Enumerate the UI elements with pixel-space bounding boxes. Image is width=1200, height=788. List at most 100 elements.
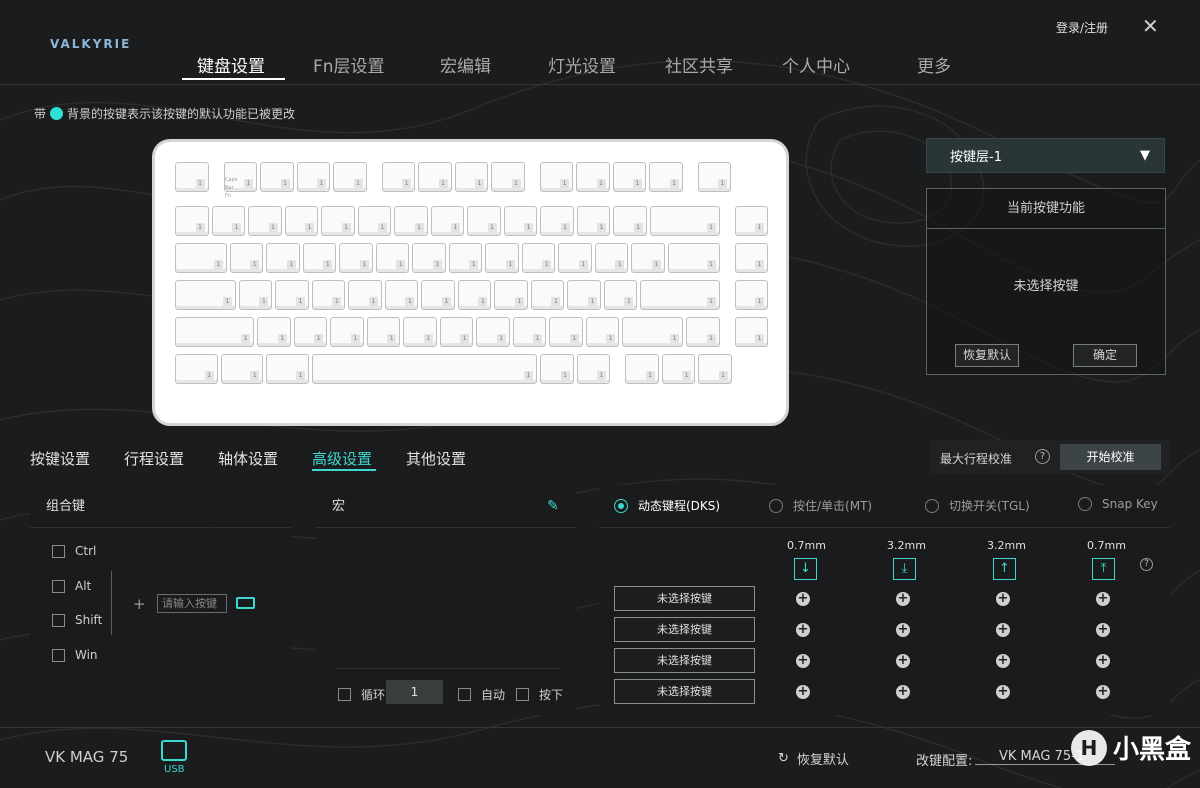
- dks-add-action-icon[interactable]: +: [1096, 592, 1110, 606]
- keyboard-key[interactable]: 1: [530, 280, 565, 310]
- dks-add-action-icon[interactable]: +: [996, 592, 1010, 606]
- keyboard-key[interactable]: 1: [311, 280, 346, 310]
- keyboard-key[interactable]: 1: [649, 206, 720, 236]
- keyboard-key[interactable]: 1: [698, 354, 732, 384]
- keyboard-key[interactable]: 1: [631, 243, 665, 273]
- keyboard-key[interactable]: 1: [576, 162, 610, 192]
- keyboard-key[interactable]: 1: [467, 206, 501, 236]
- dks-help-icon[interactable]: ?: [1140, 558, 1153, 571]
- key-input[interactable]: 请输入按键: [157, 594, 227, 613]
- keyboard-key[interactable]: 1: [622, 317, 683, 347]
- nav-profile[interactable]: 个人中心: [782, 52, 850, 77]
- radio-mt[interactable]: 按住/单击(MT): [769, 497, 872, 514]
- keyboard-key[interactable]: 1: [734, 206, 768, 236]
- keyboard-key[interactable]: 1: [512, 317, 547, 347]
- start-calibration-button[interactable]: 开始校准: [1060, 444, 1161, 470]
- keyboard-key[interactable]: 1: [661, 354, 695, 384]
- keyboard-key[interactable]: 1: [238, 280, 273, 310]
- keyboard-key[interactable]: 1: [248, 206, 282, 236]
- keyboard-key[interactable]: 1: [494, 280, 528, 310]
- dks-add-action-icon[interactable]: +: [796, 654, 810, 668]
- nav-more[interactable]: 更多: [917, 52, 951, 77]
- tab-key-settings[interactable]: 按键设置: [30, 448, 90, 469]
- keyboard-key[interactable]: 1: [734, 280, 768, 310]
- dks-add-action-icon[interactable]: +: [896, 685, 910, 699]
- keyboard-key[interactable]: 1: [381, 162, 415, 192]
- keyboard-key[interactable]: 1: [558, 243, 592, 273]
- keyboard-key[interactable]: 1: [394, 206, 428, 236]
- keyboard-key[interactable]: 1: [339, 243, 373, 273]
- keyboard-key[interactable]: 1: [567, 280, 601, 310]
- checkbox-ctrl[interactable]: Ctrl: [52, 544, 96, 558]
- keyboard-key[interactable]: 1: [576, 354, 610, 384]
- keyboard-key[interactable]: 1: [321, 206, 355, 236]
- radio-snap-key[interactable]: Snap Key: [1078, 497, 1158, 511]
- checkbox-press[interactable]: 按下: [516, 686, 563, 703]
- tab-switch-settings[interactable]: 轴体设置: [218, 448, 278, 469]
- keyboard-key[interactable]: 1: [697, 162, 731, 192]
- keyboard-key[interactable]: 1: [229, 243, 264, 273]
- tab-other-settings[interactable]: 其他设置: [406, 448, 466, 469]
- keyboard-key[interactable]: 1: [439, 317, 474, 347]
- keyboard-key[interactable]: 1: [640, 280, 720, 310]
- keyboard-key[interactable]: 1: [175, 354, 218, 384]
- keyboard-key[interactable]: 1: [311, 354, 537, 384]
- keyboard-key[interactable]: 1: [220, 354, 264, 384]
- dks-add-action-icon[interactable]: +: [996, 623, 1010, 637]
- keyboard-key[interactable]: 1: [302, 243, 337, 273]
- keyboard-key[interactable]: 1: [175, 280, 236, 310]
- keyboard-key[interactable]: 1: [612, 162, 646, 192]
- keyboard-key[interactable]: 1: [540, 354, 574, 384]
- help-icon[interactable]: ?: [1035, 449, 1050, 464]
- restore-default-button[interactable]: 恢复默认: [955, 344, 1019, 367]
- keyboard-key[interactable]: 1: [333, 162, 367, 192]
- keyboard-key[interactable]: 1: [734, 317, 768, 347]
- keyboard-key[interactable]: 1: [266, 243, 300, 273]
- keyboard-key[interactable]: 1: [476, 317, 510, 347]
- nav-keyboard-settings[interactable]: 键盘设置: [197, 52, 265, 77]
- keyboard-key[interactable]: 1: [412, 243, 446, 273]
- dks-add-action-icon[interactable]: +: [1096, 654, 1110, 668]
- login-register-link[interactable]: 登录/注册: [1056, 19, 1108, 36]
- keyboard-key[interactable]: 1: [266, 354, 309, 384]
- keyboard-key[interactable]: 1: [175, 243, 227, 273]
- keyboard-key[interactable]: 1: [175, 206, 209, 236]
- keyboard-key[interactable]: 1: [734, 243, 768, 273]
- tab-travel-settings[interactable]: 行程设置: [124, 448, 184, 469]
- keyboard-key[interactable]: 1: [421, 280, 455, 310]
- dks-key-slot-3[interactable]: 未选择按键: [614, 648, 755, 673]
- keyboard-key[interactable]: 1: [330, 317, 364, 347]
- keyboard-key[interactable]: 1: [540, 206, 574, 236]
- footer-restore-default[interactable]: ↻ 恢复默认: [778, 749, 849, 768]
- dks-key-slot-2[interactable]: 未选择按键: [614, 617, 755, 642]
- keyboard-key[interactable]: 1: [403, 317, 437, 347]
- loop-count-stepper[interactable]: 1: [386, 680, 443, 704]
- keyboard-key[interactable]: 1: [175, 162, 209, 192]
- keyboard-key[interactable]: 1: [491, 162, 525, 192]
- keyboard-key[interactable]: 1: [284, 206, 318, 236]
- keyboard-key[interactable]: 1: [211, 206, 245, 236]
- keyboard-key[interactable]: 1: [485, 243, 519, 273]
- nav-community[interactable]: 社区共享: [665, 52, 733, 77]
- keyboard-key[interactable]: 1: [357, 206, 391, 236]
- keyboard-key[interactable]: 1: [503, 206, 537, 236]
- keyboard-key[interactable]: 1: [521, 243, 556, 273]
- keyboard-key[interactable]: 1: [625, 354, 659, 384]
- keyboard-key[interactable]: 1: [667, 243, 720, 273]
- dks-add-action-icon[interactable]: +: [896, 654, 910, 668]
- keyboard-key[interactable]: 1: [603, 280, 638, 310]
- keyboard-key[interactable]: 1: [594, 243, 629, 273]
- dks-add-action-icon[interactable]: +: [896, 623, 910, 637]
- nav-macro-editor[interactable]: 宏编辑: [440, 52, 491, 77]
- keyboard-key[interactable]: 1: [649, 162, 683, 192]
- keyboard-key[interactable]: 1: [375, 243, 410, 273]
- keyboard-key[interactable]: 1: [418, 162, 452, 192]
- radio-tgl[interactable]: 切换开关(TGL): [925, 497, 1030, 514]
- dks-add-action-icon[interactable]: +: [1096, 685, 1110, 699]
- keyboard-key[interactable]: 1: [348, 280, 382, 310]
- checkbox-loop[interactable]: 循环: [338, 686, 385, 703]
- keyboard-key[interactable]: 1: [384, 280, 419, 310]
- keyboard-key[interactable]: 1: [539, 162, 573, 192]
- dks-key-slot-4[interactable]: 未选择按键: [614, 679, 755, 704]
- nav-lighting[interactable]: 灯光设置: [548, 52, 616, 77]
